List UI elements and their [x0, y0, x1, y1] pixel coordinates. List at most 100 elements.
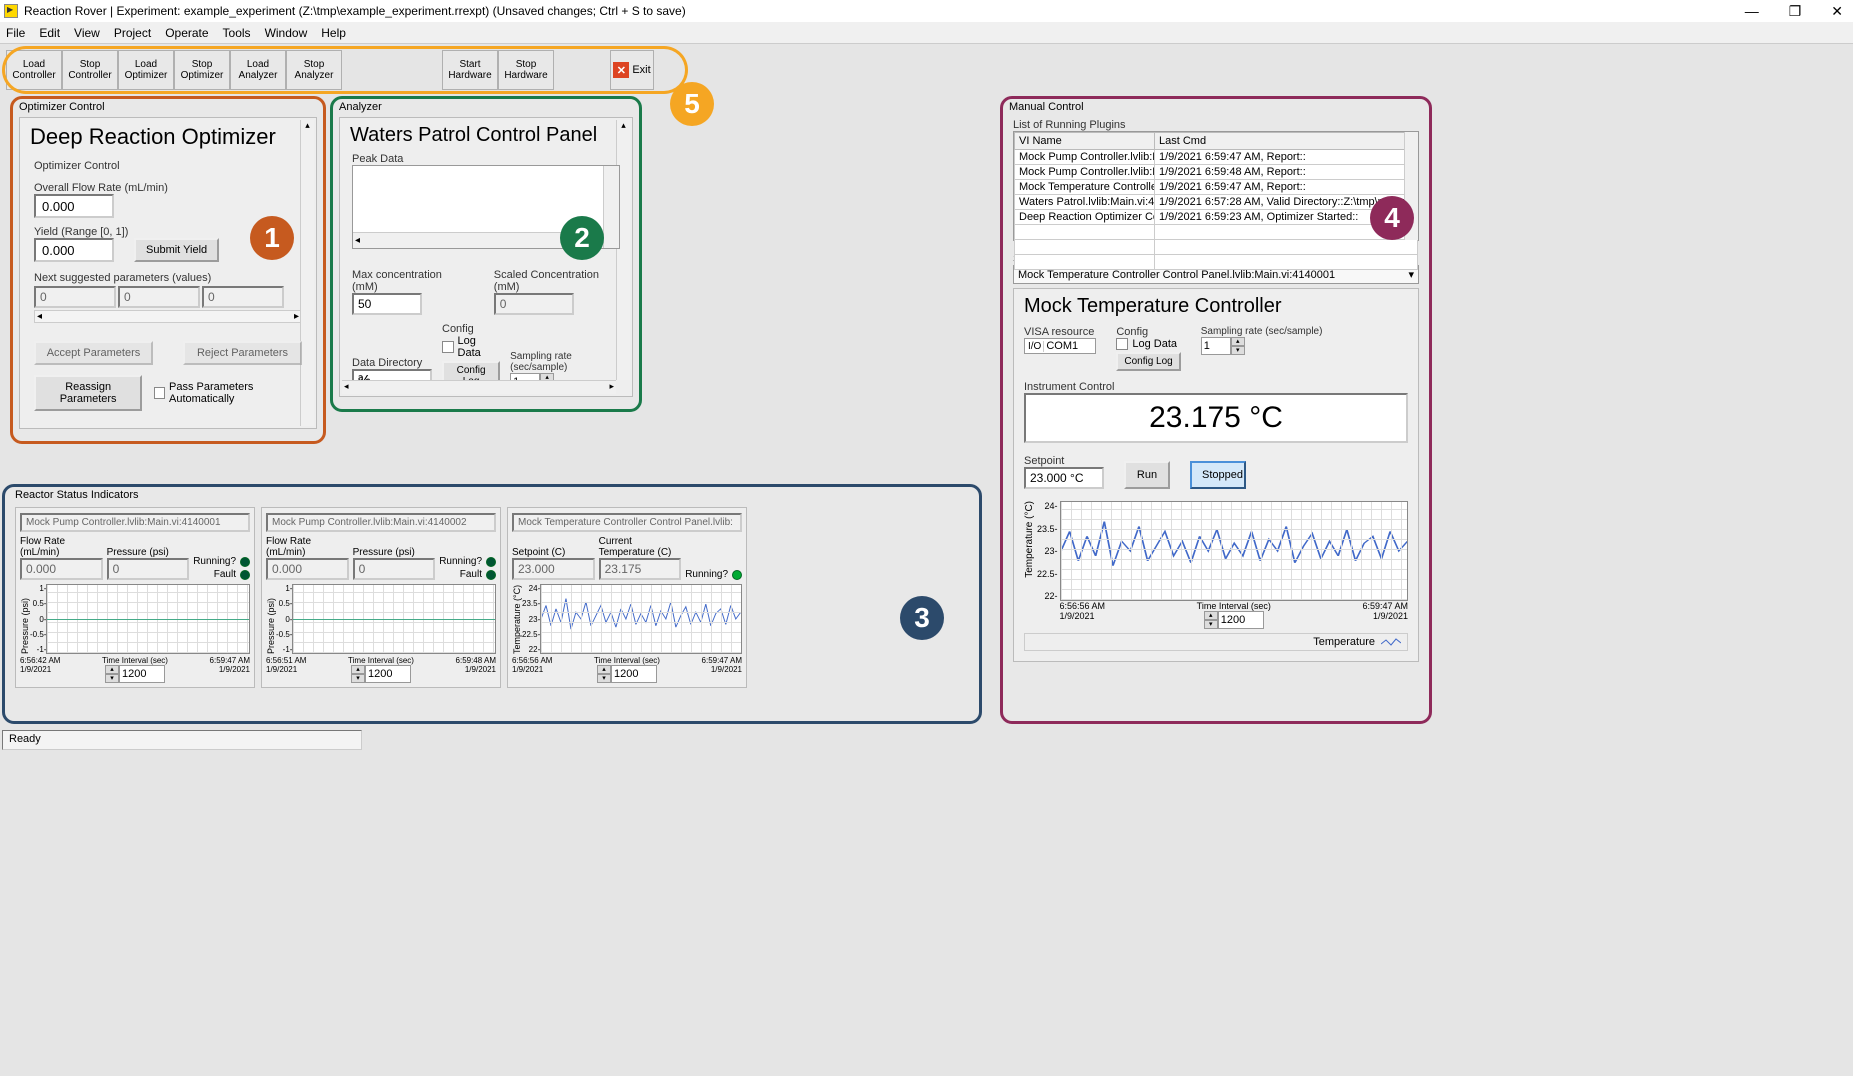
analyzer-title: Waters Patrol Control Panel — [340, 118, 632, 153]
menu-view[interactable]: View — [74, 26, 100, 40]
reactor-chart — [46, 584, 250, 654]
visa-input[interactable] — [1044, 340, 1094, 352]
scroll-left-icon[interactable]: ◂ — [37, 311, 42, 322]
reassign-params-button[interactable]: Reassign Parameters — [34, 375, 142, 411]
io-icon: I/O — [1026, 341, 1044, 352]
manual-config-log-button[interactable]: Config Log — [1116, 352, 1180, 371]
load-controller-button[interactable]: Load Controller — [6, 50, 62, 90]
temperature-display: 23.175 °C — [1024, 393, 1408, 443]
stop-optimizer-button[interactable]: Stop Optimizer — [174, 50, 230, 90]
scrollbar-h[interactable]: ◂▸ — [342, 380, 616, 394]
param-3 — [202, 286, 284, 308]
menubar: File Edit View Project Operate Tools Win… — [0, 22, 1853, 44]
card-val-1 — [266, 558, 349, 580]
table-row[interactable]: Mock Pump Controller.lvlib:Ma1/9/2021 6:… — [1015, 165, 1418, 180]
card-title — [512, 513, 742, 532]
plugins-list-label: List of Running Plugins — [1013, 119, 1419, 131]
submit-yield-button[interactable]: Submit Yield — [134, 238, 219, 262]
reactor-panel-label: Reactor Status Indicators — [9, 487, 979, 503]
load-analyzer-button[interactable]: Load Analyzer — [230, 50, 286, 90]
manual-log-data-checkbox[interactable]: Log Data — [1116, 338, 1180, 350]
stop-hardware-button[interactable]: Stop Hardware — [498, 50, 554, 90]
auto-pass-checkbox[interactable]: Pass Parameters Automatically — [154, 381, 302, 405]
exit-icon: ✕ — [613, 62, 629, 78]
badge-3: 3 — [900, 596, 944, 640]
menu-operate[interactable]: Operate — [165, 26, 208, 40]
data-directory-label: Data Directory — [352, 357, 432, 369]
menu-edit[interactable]: Edit — [39, 26, 60, 40]
instrument-control-label: Instrument Control — [1024, 381, 1408, 393]
setpoint-input[interactable] — [1024, 467, 1104, 489]
setpoint-label: Setpoint — [1024, 455, 1104, 467]
manual-chart-ylabel: Temperature (°C) — [1024, 501, 1035, 578]
titlebar: Reaction Rover | Experiment: example_exp… — [0, 0, 1853, 22]
plugins-table[interactable]: VI NameLast Cmd Mock Pump Controller.lvl… — [1013, 131, 1419, 241]
yield-input[interactable] — [34, 238, 114, 262]
start-hardware-button[interactable]: Start Hardware — [442, 50, 498, 90]
badge-2: 2 — [560, 216, 604, 260]
badge-1: 1 — [250, 216, 294, 260]
table-row[interactable]: Mock Temperature Controller 1/9/2021 6:5… — [1015, 180, 1418, 195]
analyzer-panel-label: Analyzer — [333, 99, 639, 115]
menu-file[interactable]: File — [6, 26, 25, 40]
optimizer-panel-label: Optimizer Control — [13, 99, 323, 115]
col-vi-name: VI Name — [1015, 133, 1155, 150]
table-row[interactable]: Waters Patrol.lvlib:Main.vi:411/9/2021 6… — [1015, 195, 1418, 210]
peak-scrollbar[interactable] — [603, 166, 619, 248]
menu-tools[interactable]: Tools — [223, 26, 251, 40]
manual-config-label: Config — [1116, 326, 1180, 338]
legend-label: Temperature — [1313, 636, 1375, 648]
max-concentration-input[interactable] — [352, 293, 422, 315]
card-interval-spinner[interactable]: ▴▾ — [348, 665, 414, 683]
manual-temperature-chart — [1060, 501, 1408, 601]
badge-5: 5 — [670, 82, 714, 126]
scrollbar-v[interactable]: ▴ — [616, 120, 630, 380]
reactor-card: Setpoint (C) Current Temperature (C) Run… — [507, 507, 747, 688]
run-button[interactable]: Run — [1124, 461, 1170, 489]
maximize-button[interactable]: ❐ — [1783, 3, 1808, 20]
minimize-button[interactable]: — — [1739, 3, 1765, 20]
manual-panel-label: Manual Control — [1003, 99, 1429, 115]
manual-sampling-label: Sampling rate (sec/sample) — [1201, 326, 1323, 337]
card-val-2 — [599, 558, 682, 580]
flow-rate-label: Overall Flow Rate (mL/min) — [34, 182, 302, 194]
fault-led — [240, 570, 250, 580]
reactor-chart — [540, 584, 742, 654]
running-led — [486, 557, 496, 567]
close-button[interactable]: ✕ — [1825, 3, 1849, 20]
menu-project[interactable]: Project — [114, 26, 151, 40]
param-2 — [118, 286, 200, 308]
table-row[interactable]: Deep Reaction Optimizer Cont1/9/2021 6:5… — [1015, 210, 1418, 225]
stop-analyzer-button[interactable]: Stop Analyzer — [286, 50, 342, 90]
stop-controller-button[interactable]: Stop Controller — [62, 50, 118, 90]
menu-help[interactable]: Help — [321, 26, 346, 40]
manual-interval-label: Time Interval (sec) — [1197, 601, 1271, 611]
card-title — [20, 513, 250, 532]
table-row[interactable]: Mock Pump Controller.lvlib:Ma1/9/2021 6:… — [1015, 150, 1418, 165]
col-last-cmd: Last Cmd — [1155, 133, 1418, 150]
stopped-button[interactable]: Stopped — [1190, 461, 1246, 489]
manual-interval-spinner[interactable]: ▴▾ — [1197, 611, 1271, 629]
visa-label: VISA resource — [1024, 326, 1096, 338]
flow-rate-input[interactable] — [34, 194, 114, 218]
scrollbar-v[interactable]: ▴ — [300, 120, 314, 426]
sampling-rate-label: Sampling rate (sec/sample) — [510, 351, 620, 373]
reactor-card: Flow Rate (mL/min) Pressure (psi) Runnin… — [261, 507, 501, 688]
peak-data-label: Peak Data — [352, 153, 620, 165]
manual-sampling-spinner[interactable]: ▴▾ — [1201, 337, 1323, 355]
menu-window[interactable]: Window — [265, 26, 308, 40]
card-interval-spinner[interactable]: ▴▾ — [102, 665, 168, 683]
card-interval-spinner[interactable]: ▴▾ — [594, 665, 660, 683]
card-val-1 — [20, 558, 103, 580]
exit-button[interactable]: ✕ Exit — [610, 50, 654, 90]
scroll-right-icon[interactable]: ▸ — [294, 311, 299, 322]
reject-params-button[interactable]: Reject Parameters — [183, 341, 302, 365]
accept-params-button[interactable]: Accept Parameters — [34, 341, 153, 365]
statusbar: Ready — [2, 730, 362, 750]
app-icon — [4, 4, 18, 18]
log-data-checkbox[interactable]: Log Data — [442, 335, 500, 359]
load-optimizer-button[interactable]: Load Optimizer — [118, 50, 174, 90]
badge-4: 4 — [1370, 196, 1414, 240]
max-concentration-label: Max concentration (mM) — [352, 269, 464, 293]
scaled-concentration-label: Scaled Concentration (mM) — [494, 269, 620, 293]
